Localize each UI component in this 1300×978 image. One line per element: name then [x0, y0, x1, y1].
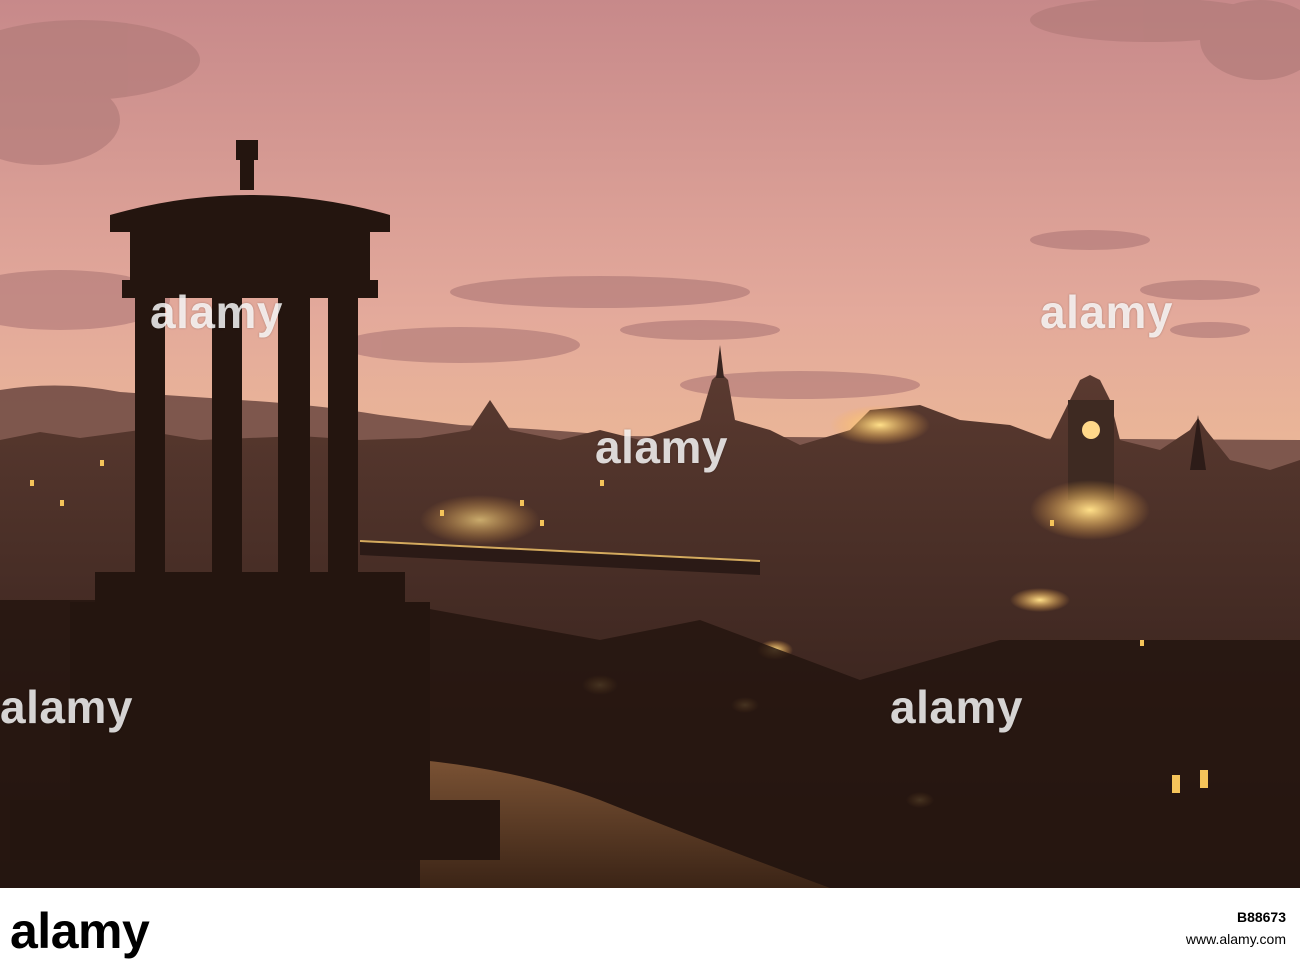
watermark: alamy [890, 681, 1023, 733]
site-domain: www.alamy.com [1185, 931, 1286, 947]
watermark: alamy [1040, 286, 1173, 338]
watermark: alamy [150, 286, 283, 338]
footer-bar: alamy B88673 www.alamy.com [0, 888, 1300, 978]
photo-stage: alamy alamy alamy alamy alamy alamy B886… [0, 0, 1300, 978]
alamy-logo: alamy [10, 903, 150, 959]
footer-meta: B88673 www.alamy.com [1186, 906, 1286, 950]
watermark: alamy [0, 681, 133, 733]
image-id: B88673 [1236, 909, 1286, 925]
watermark: alamy [595, 421, 728, 473]
